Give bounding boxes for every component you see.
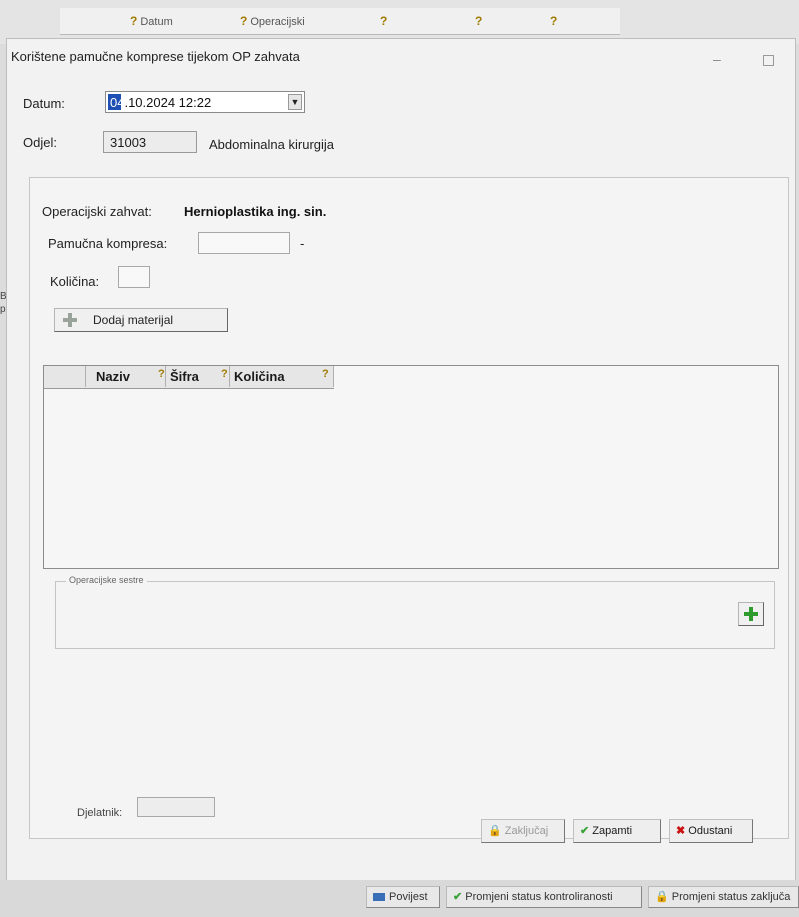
dodaj-materijal-label: Dodaj materijal [93,313,174,327]
add-icon [744,607,758,621]
add-sestra-button[interactable] [738,602,764,626]
checkmark-icon: ✔ [580,825,590,837]
datum-rest: .10.2024 12:22 [124,95,212,110]
grid-row-selector-header [44,366,86,387]
datum-datetime-picker[interactable]: 04.10.2024 12:22 ▼ [105,91,305,113]
operacijske-sestre-label: Operacijske sestre [66,575,147,585]
materijal-grid[interactable]: Naziv ? Šifra ? Količina ? [43,365,779,569]
operacijski-zahvat-label: Operacijski zahvat: [42,204,152,219]
dodaj-materijal-button[interactable]: Dodaj materijal [54,308,228,332]
grid-column-kolicina[interactable]: Količina ? [230,366,334,387]
help-icon: ? [221,368,228,380]
bg-tab-3[interactable]: ? [380,14,390,28]
maximize-button[interactable] [763,55,774,66]
odjel-name: Abdominalna kirurgija [209,137,335,152]
chevron-down-icon[interactable]: ▼ [288,94,302,110]
bg-tab-4[interactable]: ? [475,14,485,28]
odjel-code-field: 31003 [103,131,197,153]
odustani-button[interactable]: ✖ Odustani [669,819,753,843]
datum-label: Datum: [23,96,65,111]
zakljucaj-button[interactable]: 🔒 Zaključaj [481,819,565,843]
history-icon [373,893,385,902]
dialog-title: Korištene pamučne komprese tijekom OP za… [11,49,300,64]
background-tab-strip: ? Datum ? Operacijski ? ? ? [60,8,620,35]
add-icon [63,313,77,327]
bg-tab-datum[interactable]: ? Datum [130,14,173,28]
help-icon: ? [158,368,165,380]
lock-icon: 🔒 [488,825,502,837]
kolicina-field[interactable] [118,266,150,288]
povijest-button[interactable]: Povijest [366,886,440,908]
bg-tab-operacijski[interactable]: ? Operacijski [240,14,305,28]
status-bar: Povijest ✔ Promjeni status kontroliranos… [0,880,799,917]
djelatnik-label: Djelatnik: [77,807,123,819]
grid-column-naziv[interactable]: Naziv ? [86,366,166,387]
kolicina-label: Količina: [50,274,100,289]
help-icon: ? [550,14,558,28]
bg-tab-5[interactable]: ? [550,14,560,28]
help-icon: ? [240,14,248,28]
odjel-label: Odjel: [23,135,57,150]
checkmark-icon: ✔ [453,891,463,903]
grid-column-sifra[interactable]: Šifra ? [166,366,230,387]
operacijski-zahvat-value: Hernioplastika ing. sin. [184,204,327,219]
operacijske-sestre-group: Operacijske sestre [55,575,775,649]
djelatnik-field[interactable] [137,797,215,817]
status-zakljucanosti-button[interactable]: 🔒 Promjeni status zaključa [648,886,799,908]
help-icon: ? [380,14,388,28]
help-icon: ? [475,14,483,28]
cancel-icon: ✖ [676,825,686,837]
help-icon: ? [130,14,138,28]
help-icon: ? [322,368,329,380]
pamucna-kompresa-field[interactable] [198,232,290,254]
pamucna-kompresa-suffix: - [300,236,305,251]
lock-icon: 🔒 [655,891,669,903]
minimize-button[interactable]: – [713,51,721,67]
kompresa-dialog: Korištene pamučne komprese tijekom OP za… [6,38,796,882]
pamucna-kompresa-label: Pamučna kompresa: [48,236,168,251]
status-kontroliranosti-button[interactable]: ✔ Promjeni status kontroliranosti [446,886,642,908]
datum-day: 04 [110,95,125,110]
zapamti-button[interactable]: ✔ Zapamti [573,819,661,843]
grid-header: Naziv ? Šifra ? Količina ? [44,366,334,389]
